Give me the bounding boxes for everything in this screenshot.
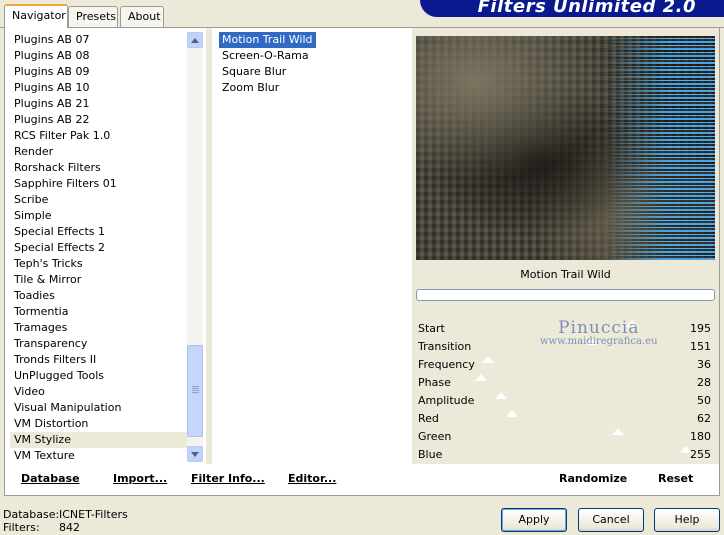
slider-thumb-icon[interactable] (495, 392, 508, 399)
preview-image (416, 36, 715, 260)
category-item[interactable]: VM Stylize (10, 432, 188, 448)
filter-item[interactable]: Square Blur (219, 64, 289, 80)
progress-bar (416, 289, 715, 301)
pane-divider (206, 28, 212, 464)
category-item[interactable]: Plugins AB 09 (10, 64, 188, 80)
category-scrollbar[interactable] (187, 32, 203, 462)
chevron-down-icon (191, 451, 199, 457)
param-label: Amplitude (418, 394, 475, 407)
category-item[interactable]: Tile & Mirror (10, 272, 188, 288)
editor-button[interactable]: Editor... (288, 466, 336, 491)
category-item[interactable]: Plugins AB 22 (10, 112, 188, 128)
slider-thumb-icon[interactable] (475, 374, 488, 381)
scroll-down-button[interactable] (187, 446, 203, 462)
filter-item[interactable]: Motion Trail Wild (218, 31, 317, 49)
param-value: 36 (697, 358, 711, 371)
reset-button[interactable]: Reset (658, 466, 693, 491)
category-item[interactable]: Scribe (10, 192, 188, 208)
category-item[interactable]: Transparency (10, 336, 188, 352)
help-button[interactable]: Help (654, 508, 720, 532)
category-item[interactable]: Tronds Filters II (10, 352, 188, 368)
tab-navigator[interactable]: Navigator (4, 4, 68, 28)
randomize-button[interactable]: Randomize (559, 466, 627, 491)
param-value: 28 (697, 376, 711, 389)
scroll-up-button[interactable] (187, 32, 203, 48)
status-database: Database: ICNET-Filters (3, 508, 128, 521)
param-row[interactable]: Red 62 (416, 410, 715, 428)
selected-filter-name: Motion Trail Wild (520, 268, 611, 281)
param-value: 180 (690, 430, 711, 443)
filter-info-button[interactable]: Filter Info... (191, 466, 265, 491)
category-item[interactable]: Plugins AB 08 (10, 48, 188, 64)
watermark-name: Pinuccia (558, 318, 640, 338)
watermark: Pinuccia www.maidiregrafica.eu (540, 318, 658, 347)
param-row[interactable]: Phase 28 (416, 374, 715, 392)
status-filters: Filters: 842 (3, 521, 80, 534)
param-label: Frequency (418, 358, 475, 371)
watermark-url: www.maidiregrafica.eu (540, 336, 658, 347)
category-item[interactable]: Plugins AB 21 (10, 96, 188, 112)
param-label: Red (418, 412, 439, 425)
app-title: Filters Unlimited 2.0 (477, 0, 696, 17)
grip-icon (192, 386, 199, 394)
filter-item[interactable]: Zoom Blur (219, 80, 282, 96)
scroll-thumb[interactable] (187, 345, 203, 437)
category-item[interactable]: Tramages (10, 320, 188, 336)
tab-presets[interactable]: Presets (68, 6, 118, 27)
category-item[interactable]: Toadies (10, 288, 188, 304)
category-item[interactable]: Video (10, 384, 188, 400)
param-label: Phase (418, 376, 451, 389)
filter-item[interactable]: Screen-O-Rama (219, 48, 312, 64)
param-label: Green (418, 430, 452, 443)
param-label: Blue (418, 448, 443, 461)
category-item[interactable]: Visual Manipulation (10, 400, 188, 416)
category-item[interactable]: Plugins AB 10 (10, 80, 188, 96)
param-label: Transition (418, 340, 472, 353)
category-item[interactable]: Special Effects 2 (10, 240, 188, 256)
category-item[interactable]: RCS Filter Pak 1.0 (10, 128, 188, 144)
category-item[interactable]: Plugins AB 07 (10, 32, 188, 48)
category-item[interactable]: Simple (10, 208, 188, 224)
title-banner: Filters Unlimited 2.0 (420, 0, 724, 17)
param-row[interactable]: Green 180 (416, 428, 715, 446)
category-item[interactable]: UnPlugged Tools (10, 368, 188, 384)
param-row[interactable]: Blue 255 (416, 446, 715, 464)
param-value: 62 (697, 412, 711, 425)
filter-list[interactable]: Motion Trail Wild Screen-O-Rama Square Blu… (218, 31, 409, 96)
cancel-button[interactable]: Cancel (578, 508, 644, 532)
slider-thumb-icon[interactable] (482, 356, 495, 363)
category-list[interactable]: Plugins AB 07 Plugins AB 08 Plugins AB 09 P… (10, 32, 188, 464)
slider-thumb-icon[interactable] (505, 410, 518, 417)
category-item[interactable]: Tormentia (10, 304, 188, 320)
param-value: 151 (690, 340, 711, 353)
slider-thumb-icon[interactable] (612, 428, 625, 435)
param-value: 255 (690, 448, 711, 461)
param-row[interactable]: Frequency 36 (416, 356, 715, 374)
apply-button[interactable]: Apply (501, 508, 567, 532)
category-item[interactable]: Render (10, 144, 188, 160)
category-item[interactable]: VM Texture (10, 448, 188, 464)
param-row[interactable]: Amplitude 50 (416, 392, 715, 410)
param-value: 50 (697, 394, 711, 407)
import-button[interactable]: Import... (113, 466, 167, 491)
category-item[interactable]: Teph's Tricks (10, 256, 188, 272)
database-button[interactable]: Database (21, 466, 80, 491)
category-item[interactable]: Rorshack Filters (10, 160, 188, 176)
category-item[interactable]: Special Effects 1 (10, 224, 188, 240)
chevron-up-icon (191, 37, 199, 43)
tab-about[interactable]: About (120, 6, 164, 27)
param-label: Start (418, 322, 445, 335)
param-value: 195 (690, 322, 711, 335)
category-item[interactable]: VM Distortion (10, 416, 188, 432)
category-item[interactable]: Sapphire Filters 01 (10, 176, 188, 192)
